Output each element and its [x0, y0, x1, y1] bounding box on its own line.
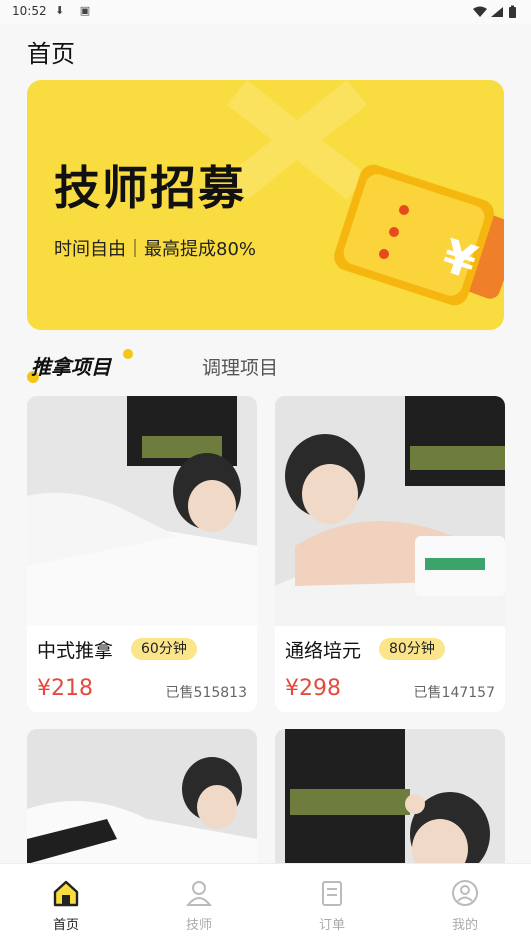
recruitment-banner[interactable]: 技师招募 时间自由｜最高提成80% ¥ — [27, 80, 504, 330]
service-price: ¥218 — [37, 676, 93, 701]
profile-icon — [452, 880, 478, 906]
sold-count: 已售515813 — [165, 685, 247, 701]
nav-home[interactable]: 首页 — [26, 878, 106, 933]
nav-technician[interactable]: 技师 — [159, 878, 239, 933]
service-card[interactable]: 中式推拿 60分钟 ¥218 已售515813 — [27, 396, 257, 712]
category-tabs: 推拿项目 调理项目 — [27, 345, 507, 385]
nav-label: 首页 — [52, 918, 79, 933]
status-bar: 10:52 ⬇ ▣ — [0, 0, 531, 24]
nav-profile[interactable]: 我的 — [425, 878, 505, 933]
service-card[interactable] — [275, 729, 505, 879]
nav-orders[interactable]: 订单 — [292, 878, 372, 933]
status-time: 10:52 — [12, 4, 47, 18]
page-title: 首页 — [27, 40, 75, 68]
service-image-chinese-massage — [27, 396, 257, 626]
signal-battery-icon — [473, 5, 516, 18]
technician-icon — [185, 881, 213, 906]
service-image-stretch — [27, 729, 257, 879]
download-notification-icon: ⬇ ▣ — [55, 4, 97, 17]
order-icon — [322, 881, 342, 906]
tab-massage[interactable]: 推拿项目 — [31, 351, 111, 380]
duration-badge: 60分钟 — [131, 638, 197, 660]
home-icon — [53, 880, 79, 907]
tab-conditioning[interactable]: 调理项目 — [202, 353, 278, 380]
service-card[interactable]: 通络培元 80分钟 ¥298 已售147157 — [275, 396, 505, 712]
nav-label: 我的 — [451, 918, 478, 933]
service-name: 中式推拿 — [37, 640, 114, 662]
banner-title: 技师招募 — [54, 161, 246, 215]
yen-ticket-icon: ¥ — [334, 164, 504, 306]
banner-subtitle: 时间自由｜最高提成80% — [54, 239, 257, 260]
service-name: 通络培元 — [285, 640, 362, 662]
service-card[interactable] — [27, 729, 257, 879]
service-image-ear-care — [275, 729, 505, 879]
nav-label: 技师 — [185, 918, 212, 933]
duration-badge: 80分钟 — [379, 638, 445, 660]
bottom-nav: 首页 技师 订单 我的 — [0, 863, 531, 944]
service-image-meridian-massage — [275, 396, 505, 626]
tab-highlight-dot — [123, 349, 133, 359]
sold-count: 已售147157 — [413, 685, 495, 701]
service-price: ¥298 — [285, 676, 341, 701]
nav-label: 订单 — [318, 918, 345, 933]
